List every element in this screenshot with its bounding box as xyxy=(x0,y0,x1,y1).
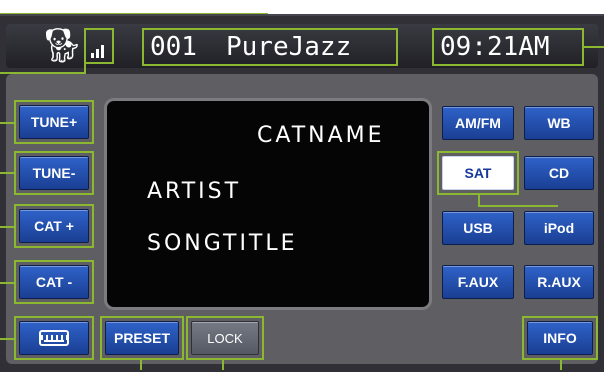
keyboard-button[interactable] xyxy=(19,321,89,355)
wb-button[interactable]: WB xyxy=(524,106,594,140)
clock-text: 09:21AM xyxy=(440,32,550,62)
info-button[interactable]: INFO xyxy=(527,321,593,355)
category-name: CATNAME xyxy=(257,123,385,148)
callout-line xyxy=(140,360,142,370)
tune-up-button[interactable]: TUNE+ xyxy=(19,105,89,139)
song-title: SONGTITLE xyxy=(147,231,298,256)
tune-down-button[interactable]: TUNE- xyxy=(19,156,89,190)
artist-name: ARTIST xyxy=(147,179,242,204)
callout-line xyxy=(478,205,558,207)
radio-screen: 🐕︎ 001 PureJazz 09:21AM TUNE+ TUNE- CAT … xyxy=(0,0,604,372)
front-aux-button[interactable]: F.AUX xyxy=(442,265,514,299)
category-down-button[interactable]: CAT - xyxy=(19,265,89,299)
lock-button[interactable]: LOCK xyxy=(191,321,259,355)
dog-logo-icon: 🐕︎ xyxy=(40,26,84,66)
category-up-button[interactable]: CAT + xyxy=(19,209,89,243)
preset-button[interactable]: PRESET xyxy=(105,321,179,355)
usb-button[interactable]: USB xyxy=(442,211,514,245)
signal-strength-icon xyxy=(86,30,112,62)
am-fm-button[interactable]: AM/FM xyxy=(442,106,514,140)
callout-line xyxy=(222,360,224,370)
sat-button[interactable]: SAT xyxy=(442,156,514,190)
callout-line xyxy=(584,46,604,48)
callout-line xyxy=(560,360,562,370)
now-playing-display: CATNAME ARTIST SONGTITLE xyxy=(104,98,432,310)
channel-name: PureJazz xyxy=(226,32,352,62)
channel-number: 001 xyxy=(150,32,197,62)
cd-button[interactable]: CD xyxy=(524,156,594,190)
ipod-button[interactable]: iPod xyxy=(524,211,594,245)
keyboard-icon xyxy=(39,330,69,346)
callout-line xyxy=(84,62,86,74)
rear-aux-button[interactable]: R.AUX xyxy=(524,265,594,299)
